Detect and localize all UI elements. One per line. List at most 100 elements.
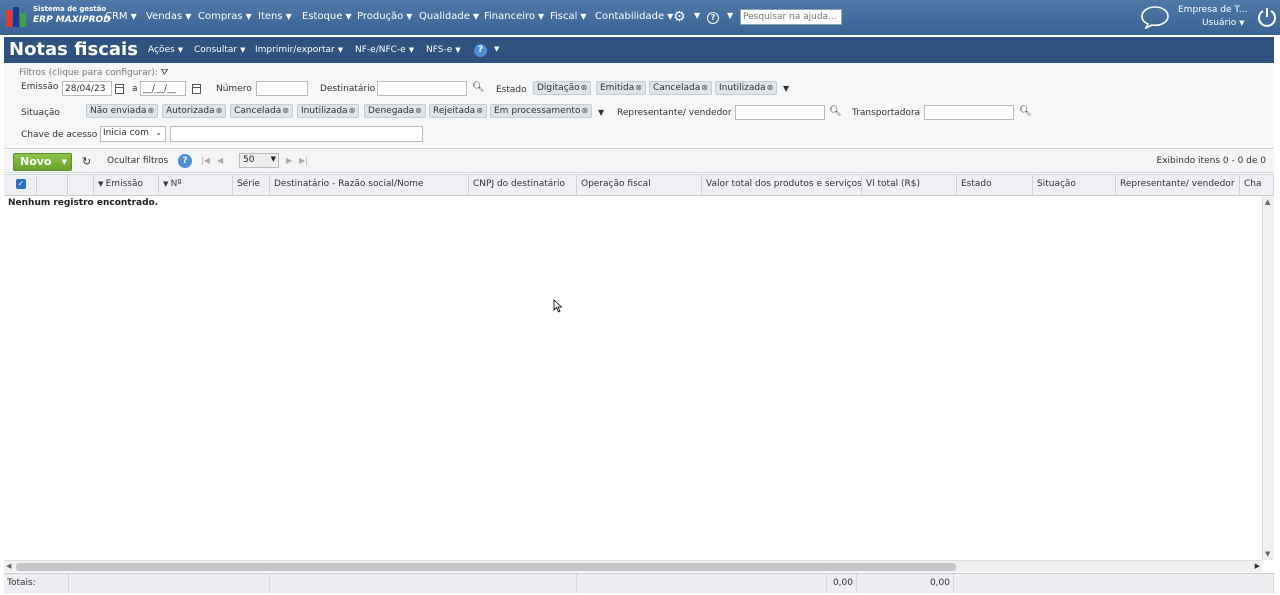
search-icon[interactable]: 🔍︎ (829, 106, 842, 117)
estado-tag[interactable]: Emitida⊗ (596, 81, 646, 95)
total-vl: 0,00 (857, 574, 954, 593)
horizontal-scrollbar[interactable]: ◀ ▶ (4, 560, 1262, 572)
help-search-input[interactable] (740, 9, 842, 25)
company-name[interactable]: Empresa de T... (1178, 5, 1247, 15)
nav-contabilidade[interactable]: Contabilidade ▼ (595, 11, 673, 22)
nav-compras[interactable]: Compras ▼ (198, 11, 252, 22)
help-icon[interactable]: ? (178, 154, 192, 168)
maxiprod-logo-icon (6, 7, 28, 27)
chevron-down-icon[interactable]: ▼ (727, 11, 733, 20)
empty-message: Nenhum registro encontrado. (8, 198, 159, 208)
menu-nfe-nfce[interactable]: NF-e/NFC-e ▼ (355, 45, 414, 55)
help-icon[interactable]: ? (474, 44, 487, 57)
help-icon[interactable]: ? (707, 12, 719, 24)
numero-input[interactable] (256, 81, 308, 96)
situacao-tag[interactable]: Em processamento⊗ (490, 104, 593, 118)
chevron-down-icon[interactable]: ▼ (494, 45, 499, 53)
situacao-tag[interactable]: Denegada⊗ (364, 104, 426, 118)
top-navbar: Sistema de gestão ERP MAXIPROD CRM ▼ Vend… (0, 0, 1280, 35)
grid-header: ✓ ▼ Emissão ▼ Nº Série Destinatário - Ra… (4, 174, 1274, 196)
scroll-down-icon: ▼ (1265, 550, 1271, 558)
calendar-icon[interactable] (192, 84, 201, 94)
nav-crm[interactable]: CRM ▼ (105, 11, 137, 22)
last-page-icon[interactable]: ▶| (299, 156, 308, 165)
select-all-column[interactable]: ✓ (4, 175, 37, 196)
scroll-up-icon: ▲ (1265, 198, 1271, 206)
nav-financeiro[interactable]: Financeiro ▼ (484, 11, 544, 22)
search-icon[interactable]: 🔍︎ (1019, 106, 1032, 117)
menu-acoes[interactable]: Ações ▼ (148, 45, 183, 55)
totals-cell (577, 574, 827, 593)
search-icon[interactable]: 🔍︎ (472, 82, 485, 93)
column-operacao[interactable]: Operação fiscal (577, 175, 702, 196)
column-emissao[interactable]: ▼ Emissão (94, 175, 159, 196)
chevron-down-icon[interactable]: ▼ (694, 11, 700, 20)
menu-consultar[interactable]: Consultar ▼ (194, 45, 246, 55)
estado-tag[interactable]: Digitação⊗ (533, 81, 592, 95)
filters-hint[interactable]: Filtros (clique para configurar): ⛛ (19, 68, 168, 78)
next-page-icon[interactable]: ▶ (286, 156, 292, 165)
new-button[interactable]: Novo ▼ (13, 153, 72, 171)
column-serie[interactable]: Série (233, 175, 270, 196)
checkbox-icon: ✓ (16, 179, 26, 189)
nav-vendas[interactable]: Vendas ▼ (146, 11, 191, 22)
destinatario-input[interactable] (377, 81, 467, 96)
page-header: Notas fiscais Ações ▼ Consultar ▼ Imprimir… (4, 37, 1274, 63)
emissao-to-input[interactable] (140, 81, 186, 96)
remove-icon: ⊗ (348, 106, 356, 115)
menu-nfse[interactable]: NFS-e ▼ (426, 45, 461, 55)
menu-imprimir-exportar[interactable]: Imprimir/exportar ▼ (255, 45, 343, 55)
remove-icon: ⊗ (415, 106, 422, 115)
power-icon[interactable] (1257, 6, 1277, 28)
emissao-from-input[interactable] (62, 81, 112, 96)
gear-icon[interactable]: ⚙ (673, 9, 686, 25)
totals-row: Totais: 0,00 0,00 (4, 573, 1274, 593)
prev-page-icon[interactable]: ◀ (217, 156, 223, 165)
column-blank (37, 175, 68, 196)
page-size-select[interactable]: 50 ▼ (239, 153, 279, 168)
nav-producao[interactable]: Produção ▼ (357, 11, 412, 22)
nav-estoque[interactable]: Estoque ▼ (302, 11, 352, 22)
estado-label: Estado (496, 85, 527, 95)
column-representante[interactable]: Representante/ vendedor (1116, 175, 1240, 196)
destinatario-label: Destinatário (320, 84, 376, 94)
chave-mode-select[interactable]: Inicia com ⌄ (100, 126, 166, 142)
nav-qualidade[interactable]: Qualidade ▼ (419, 11, 479, 22)
vertical-scrollbar[interactable]: ▲ ▼ (1262, 196, 1274, 560)
totals-cell (270, 574, 577, 593)
scroll-thumb[interactable] (16, 563, 956, 571)
column-cnpj[interactable]: CNPJ do destinatário (469, 175, 577, 196)
column-estado[interactable]: Estado (957, 175, 1033, 196)
situacao-tag[interactable]: Cancelada⊗ (230, 104, 293, 118)
situacao-tag[interactable]: Não enviada⊗ (86, 104, 159, 118)
column-destinatario[interactable]: Destinatário - Razão social/Nome (270, 175, 469, 196)
user-menu[interactable]: Usuário ▼ (1202, 18, 1244, 28)
chave-input[interactable] (170, 126, 423, 142)
items-info: Exibindo itens 0 - 0 de 0 (1156, 156, 1266, 166)
situacao-tag[interactable]: Rejeitada⊗ (429, 104, 487, 118)
column-vl-total[interactable]: Vl total (R$) (862, 175, 957, 196)
remove-icon: ⊗ (215, 106, 223, 115)
column-valor-produtos[interactable]: Valor total dos produtos e serviços (702, 175, 862, 196)
nav-itens[interactable]: Itens ▼ (258, 11, 292, 22)
estado-tag[interactable]: Inutilizada⊗ (715, 81, 778, 95)
chevron-down-icon[interactable]: ▼ (598, 108, 604, 117)
situacao-tag[interactable]: Inutilizada⊗ (297, 104, 360, 118)
column-situacao[interactable]: Situação (1033, 175, 1116, 196)
chevron-down-icon[interactable]: ▼ (783, 84, 789, 93)
situacao-tag[interactable]: Autorizada⊗ (162, 104, 227, 118)
grid-toolbar: Novo ▼ ↻ Ocultar filtros ? |◀ ◀ 50 ▼ ▶ ▶| … (4, 150, 1274, 173)
calendar-icon[interactable] (115, 84, 124, 94)
remove-icon: ⊗ (147, 106, 155, 115)
nav-fiscal[interactable]: Fiscal ▼ (550, 11, 587, 22)
chat-icon[interactable] (1140, 5, 1170, 29)
first-page-icon[interactable]: |◀ (201, 156, 210, 165)
representante-input[interactable] (735, 105, 825, 120)
estado-tag[interactable]: Cancelada⊗ (649, 81, 712, 95)
transportadora-input[interactable] (924, 105, 1014, 120)
column-blank (68, 175, 94, 196)
refresh-icon[interactable]: ↻ (82, 155, 91, 168)
hide-filters-button[interactable]: Ocultar filtros (107, 156, 168, 166)
column-chave[interactable]: Cha (1240, 175, 1274, 196)
column-numero[interactable]: ▼ Nº (159, 175, 233, 196)
